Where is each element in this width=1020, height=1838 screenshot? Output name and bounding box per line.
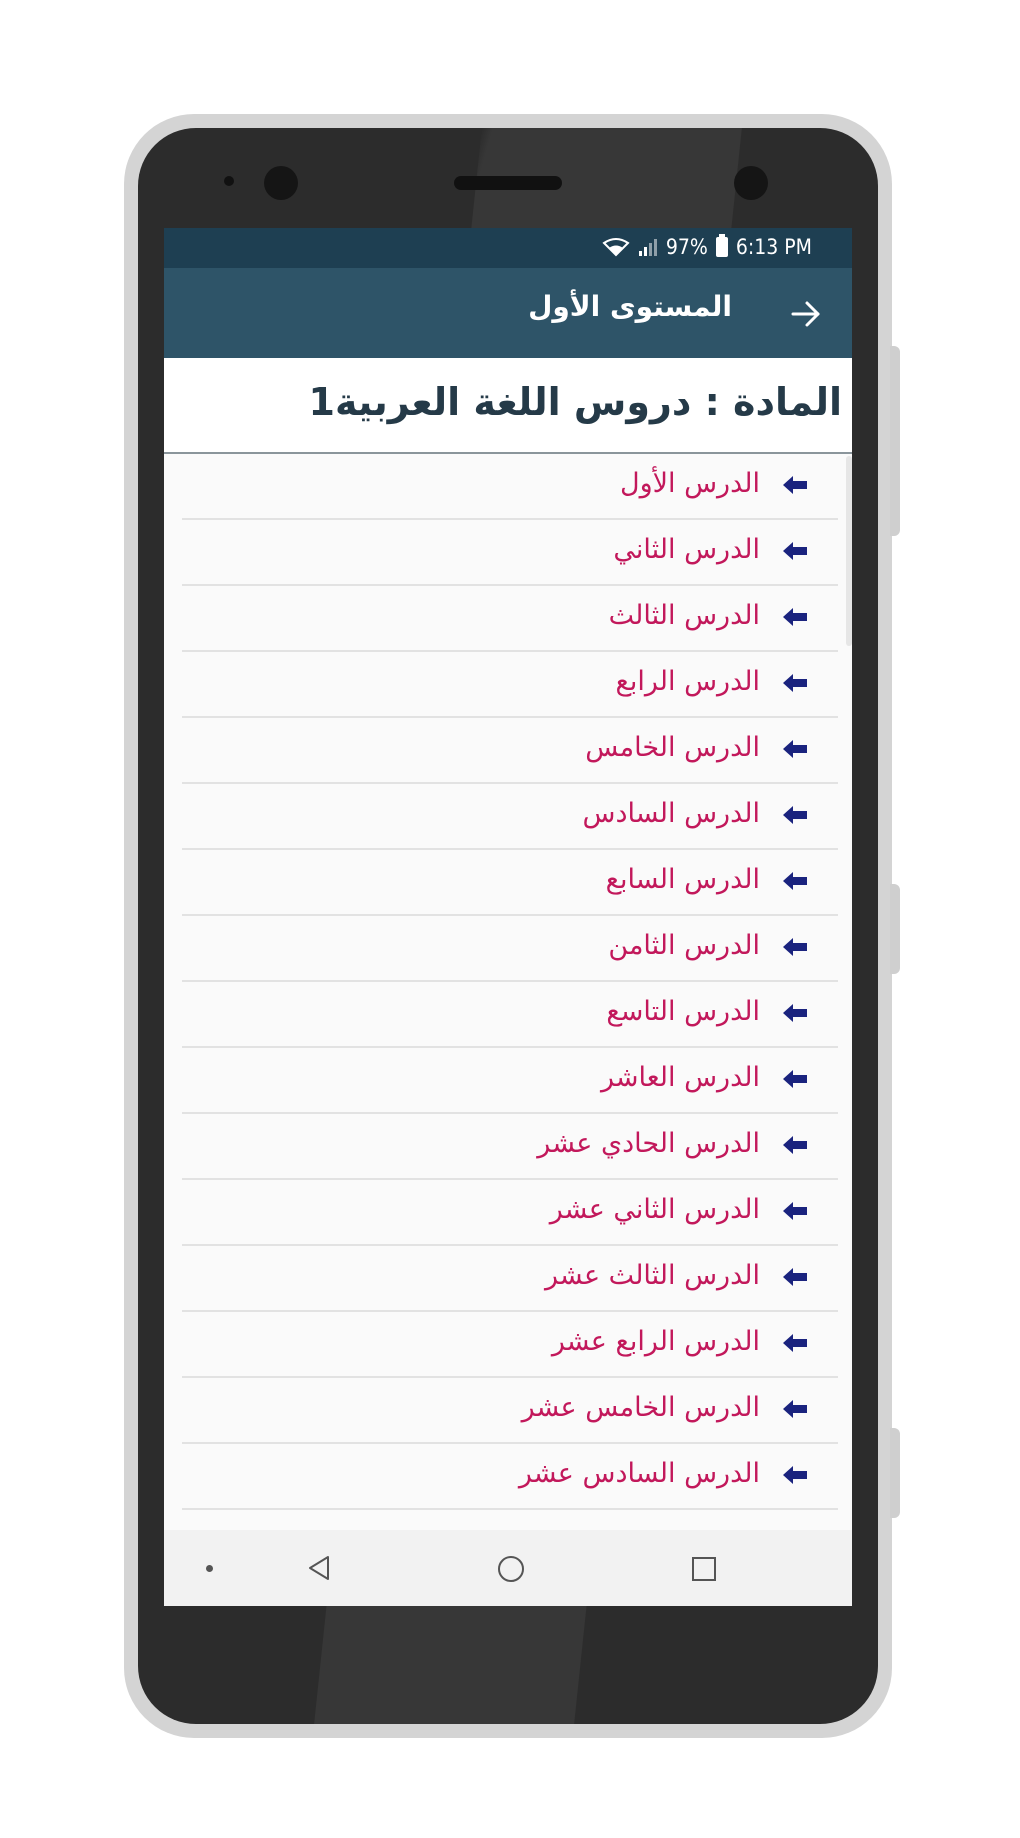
arrow-left-icon bbox=[783, 476, 807, 494]
lesson-item[interactable]: الدرس الثاني bbox=[182, 520, 838, 586]
lesson-label: الدرس الثالث bbox=[608, 600, 760, 631]
lesson-item[interactable]: الدرس الثالث عشر bbox=[182, 1246, 838, 1312]
lesson-label: الدرس التاسع bbox=[606, 996, 760, 1027]
arrow-left-icon bbox=[783, 1400, 807, 1418]
arrow-left-icon bbox=[783, 1202, 807, 1220]
lesson-label: الدرس السادس bbox=[582, 798, 760, 829]
lesson-item[interactable]: الدرس الثاني عشر bbox=[182, 1180, 838, 1246]
recents-square-icon[interactable] bbox=[692, 1557, 716, 1581]
lesson-label: الدرس السادس عشر bbox=[518, 1458, 760, 1489]
lesson-item[interactable]: الدرس العاشر bbox=[182, 1048, 838, 1114]
subject-header: المادة : دروس اللغة العربية1 bbox=[164, 358, 852, 454]
arrow-left-icon bbox=[783, 608, 807, 626]
lesson-item[interactable]: الدرس الرابع bbox=[182, 652, 838, 718]
arrow-left-icon bbox=[783, 1268, 807, 1286]
back-triangle-icon[interactable] bbox=[306, 1554, 332, 1582]
lesson-label: الدرس الخامس bbox=[585, 732, 760, 763]
lesson-label: الدرس الرابع عشر bbox=[551, 1326, 760, 1357]
arrow-left-icon bbox=[783, 740, 807, 758]
arrow-left-icon bbox=[783, 938, 807, 956]
lesson-label: الدرس الثاني عشر bbox=[549, 1194, 760, 1225]
arrow-right-icon bbox=[791, 301, 820, 327]
proximity-sensor bbox=[224, 176, 234, 186]
lesson-item[interactable]: الدرس الحادي عشر bbox=[182, 1114, 838, 1180]
arrow-left-icon bbox=[783, 1136, 807, 1154]
lesson-item[interactable]: الدرس السابع bbox=[182, 850, 838, 916]
lesson-label: الدرس الرابع bbox=[615, 666, 761, 697]
lesson-item[interactable]: الدرس الخامس bbox=[182, 718, 838, 784]
earpiece-speaker bbox=[454, 176, 562, 190]
back-button[interactable] bbox=[784, 292, 828, 336]
wifi-icon bbox=[602, 238, 630, 257]
navigation-bar bbox=[164, 1530, 852, 1606]
arrow-left-icon bbox=[783, 1466, 807, 1484]
dot-icon[interactable] bbox=[206, 1565, 213, 1572]
screen: 97% 6:13 PM المستوى الأول المادة : دروس … bbox=[164, 228, 852, 1606]
arrow-left-icon bbox=[783, 872, 807, 890]
lesson-label: الدرس السابع bbox=[605, 864, 760, 895]
signal-icon bbox=[638, 239, 657, 256]
lesson-label: الدرس العاشر bbox=[601, 1062, 760, 1093]
status-bar: 97% 6:13 PM bbox=[164, 228, 852, 268]
arrow-left-icon bbox=[783, 1070, 807, 1088]
lesson-label: الدرس الحادي عشر bbox=[537, 1128, 760, 1159]
lesson-list: الدرس الأول الدرس الثاني الدرس الثالث ال… bbox=[164, 454, 852, 1606]
arrow-left-icon bbox=[783, 674, 807, 692]
front-sensor bbox=[734, 166, 768, 200]
battery-icon bbox=[715, 234, 728, 257]
lesson-item[interactable]: الدرس التاسع bbox=[182, 982, 838, 1048]
app-title: المستوى الأول bbox=[528, 290, 732, 323]
lesson-label: الدرس الثالث عشر bbox=[545, 1260, 760, 1291]
lesson-item[interactable]: الدرس الخامس عشر bbox=[182, 1378, 838, 1444]
lesson-item[interactable]: الدرس الثالث bbox=[182, 586, 838, 652]
battery-percent: 97% bbox=[665, 235, 708, 259]
arrow-left-icon bbox=[783, 542, 807, 560]
lesson-label: الدرس الأول bbox=[619, 468, 760, 499]
lesson-label: الدرس الثامن bbox=[608, 930, 760, 961]
clock: 6:13 PM bbox=[735, 235, 812, 259]
lesson-label: الدرس الثاني bbox=[613, 534, 760, 565]
app-bar: المستوى الأول bbox=[164, 268, 852, 358]
arrow-left-icon bbox=[783, 1004, 807, 1022]
home-circle-icon[interactable] bbox=[498, 1556, 524, 1582]
arrow-left-icon bbox=[783, 806, 807, 824]
lesson-item[interactable]: الدرس السادس عشر bbox=[182, 1444, 838, 1510]
front-camera bbox=[264, 166, 298, 200]
lesson-item[interactable]: الدرس الأول bbox=[182, 454, 838, 520]
scrollbar[interactable] bbox=[846, 456, 852, 646]
arrow-left-icon bbox=[783, 1334, 807, 1352]
lesson-label: الدرس الخامس عشر bbox=[521, 1392, 760, 1423]
subject-title: المادة : دروس اللغة العربية1 bbox=[308, 380, 842, 424]
lesson-item[interactable]: الدرس الثامن bbox=[182, 916, 838, 982]
lesson-item[interactable]: الدرس السادس bbox=[182, 784, 838, 850]
lesson-item[interactable]: الدرس الرابع عشر bbox=[182, 1312, 838, 1378]
